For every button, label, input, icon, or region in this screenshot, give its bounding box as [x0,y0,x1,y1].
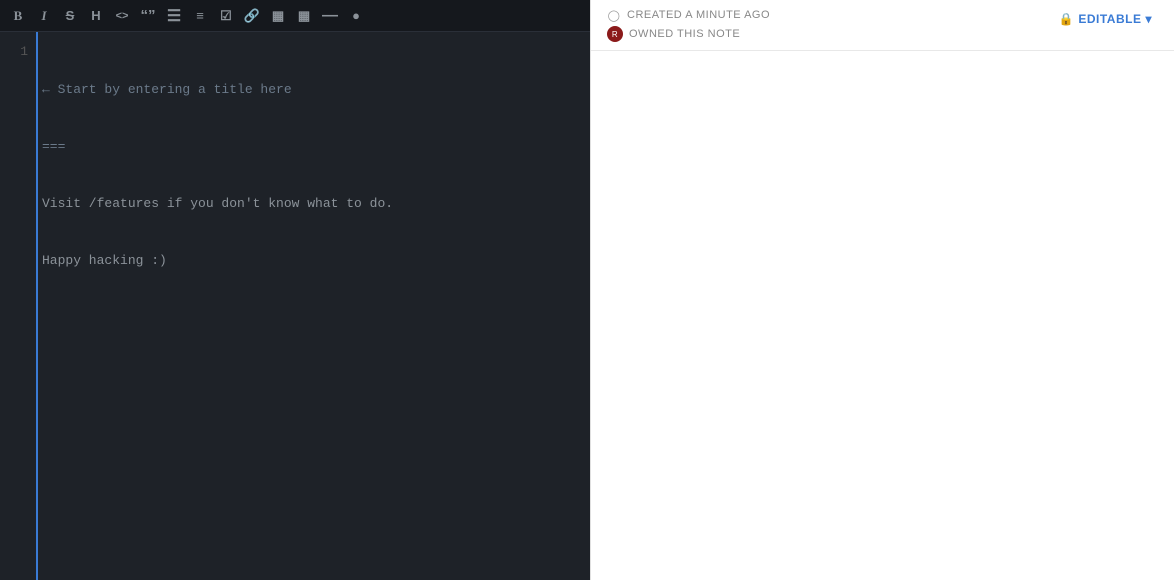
editor-panel: B I S H <> “” ☰ ≡ ☑ 🔗 ▦ ▦ — ● 1 ← Start … [0,0,590,580]
hr-button[interactable]: — [318,4,342,28]
heading-button[interactable]: H [84,4,108,28]
owned-label: OWNED THIS NOTE [629,28,740,40]
created-label: CREATED A MINUTE AGO [627,9,770,21]
editor-toolbar: B I S H <> “” ☰ ≡ ☑ 🔗 ▦ ▦ — ● [0,0,590,32]
meta-info: ◯ CREATED A MINUTE AGO R OWNED THIS NOTE [607,8,770,42]
unordered-list-button[interactable]: ☰ [162,4,186,28]
comment-button[interactable]: ● [344,4,368,28]
editor-area[interactable]: 1 ← Start by entering a title here === V… [0,32,590,580]
editable-icon: 🔒 [1059,12,1074,26]
created-row: ◯ CREATED A MINUTE AGO [607,8,770,22]
editable-label: EDITABLE [1078,12,1141,26]
clock-icon: ◯ [607,8,621,22]
editable-button[interactable]: 🔒 EDITABLE ▾ [1053,8,1158,30]
bold-button[interactable]: B [6,4,30,28]
editor-line-1: ← Start by entering a title here [42,80,580,99]
preview-body [591,51,1174,580]
editor-line-2: === [42,137,580,156]
line-number-1: 1 [0,42,28,61]
owned-row: R OWNED THIS NOTE [607,26,770,42]
chevron-down-icon: ▾ [1145,12,1152,26]
owner-avatar: R [607,26,623,42]
preview-header: ◯ CREATED A MINUTE AGO R OWNED THIS NOTE… [591,0,1174,51]
italic-button[interactable]: I [32,4,56,28]
editor-content[interactable]: ← Start by entering a title here === Vis… [36,32,590,580]
quote-button[interactable]: “” [136,4,160,28]
line-numbers: 1 [0,32,36,580]
preview-panel: ◯ CREATED A MINUTE AGO R OWNED THIS NOTE… [590,0,1174,580]
editor-line-3: Visit /features if you don't know what t… [42,194,580,213]
strikethrough-button[interactable]: S [58,4,82,28]
image-button[interactable]: ▦ [266,4,290,28]
editor-line-4: Happy hacking :) [42,251,580,270]
table-button[interactable]: ▦ [292,4,316,28]
checkbox-button[interactable]: ☑ [214,4,238,28]
ordered-list-button[interactable]: ≡ [188,4,212,28]
link-button[interactable]: 🔗 [240,4,264,28]
code-inline-button[interactable]: <> [110,4,134,28]
